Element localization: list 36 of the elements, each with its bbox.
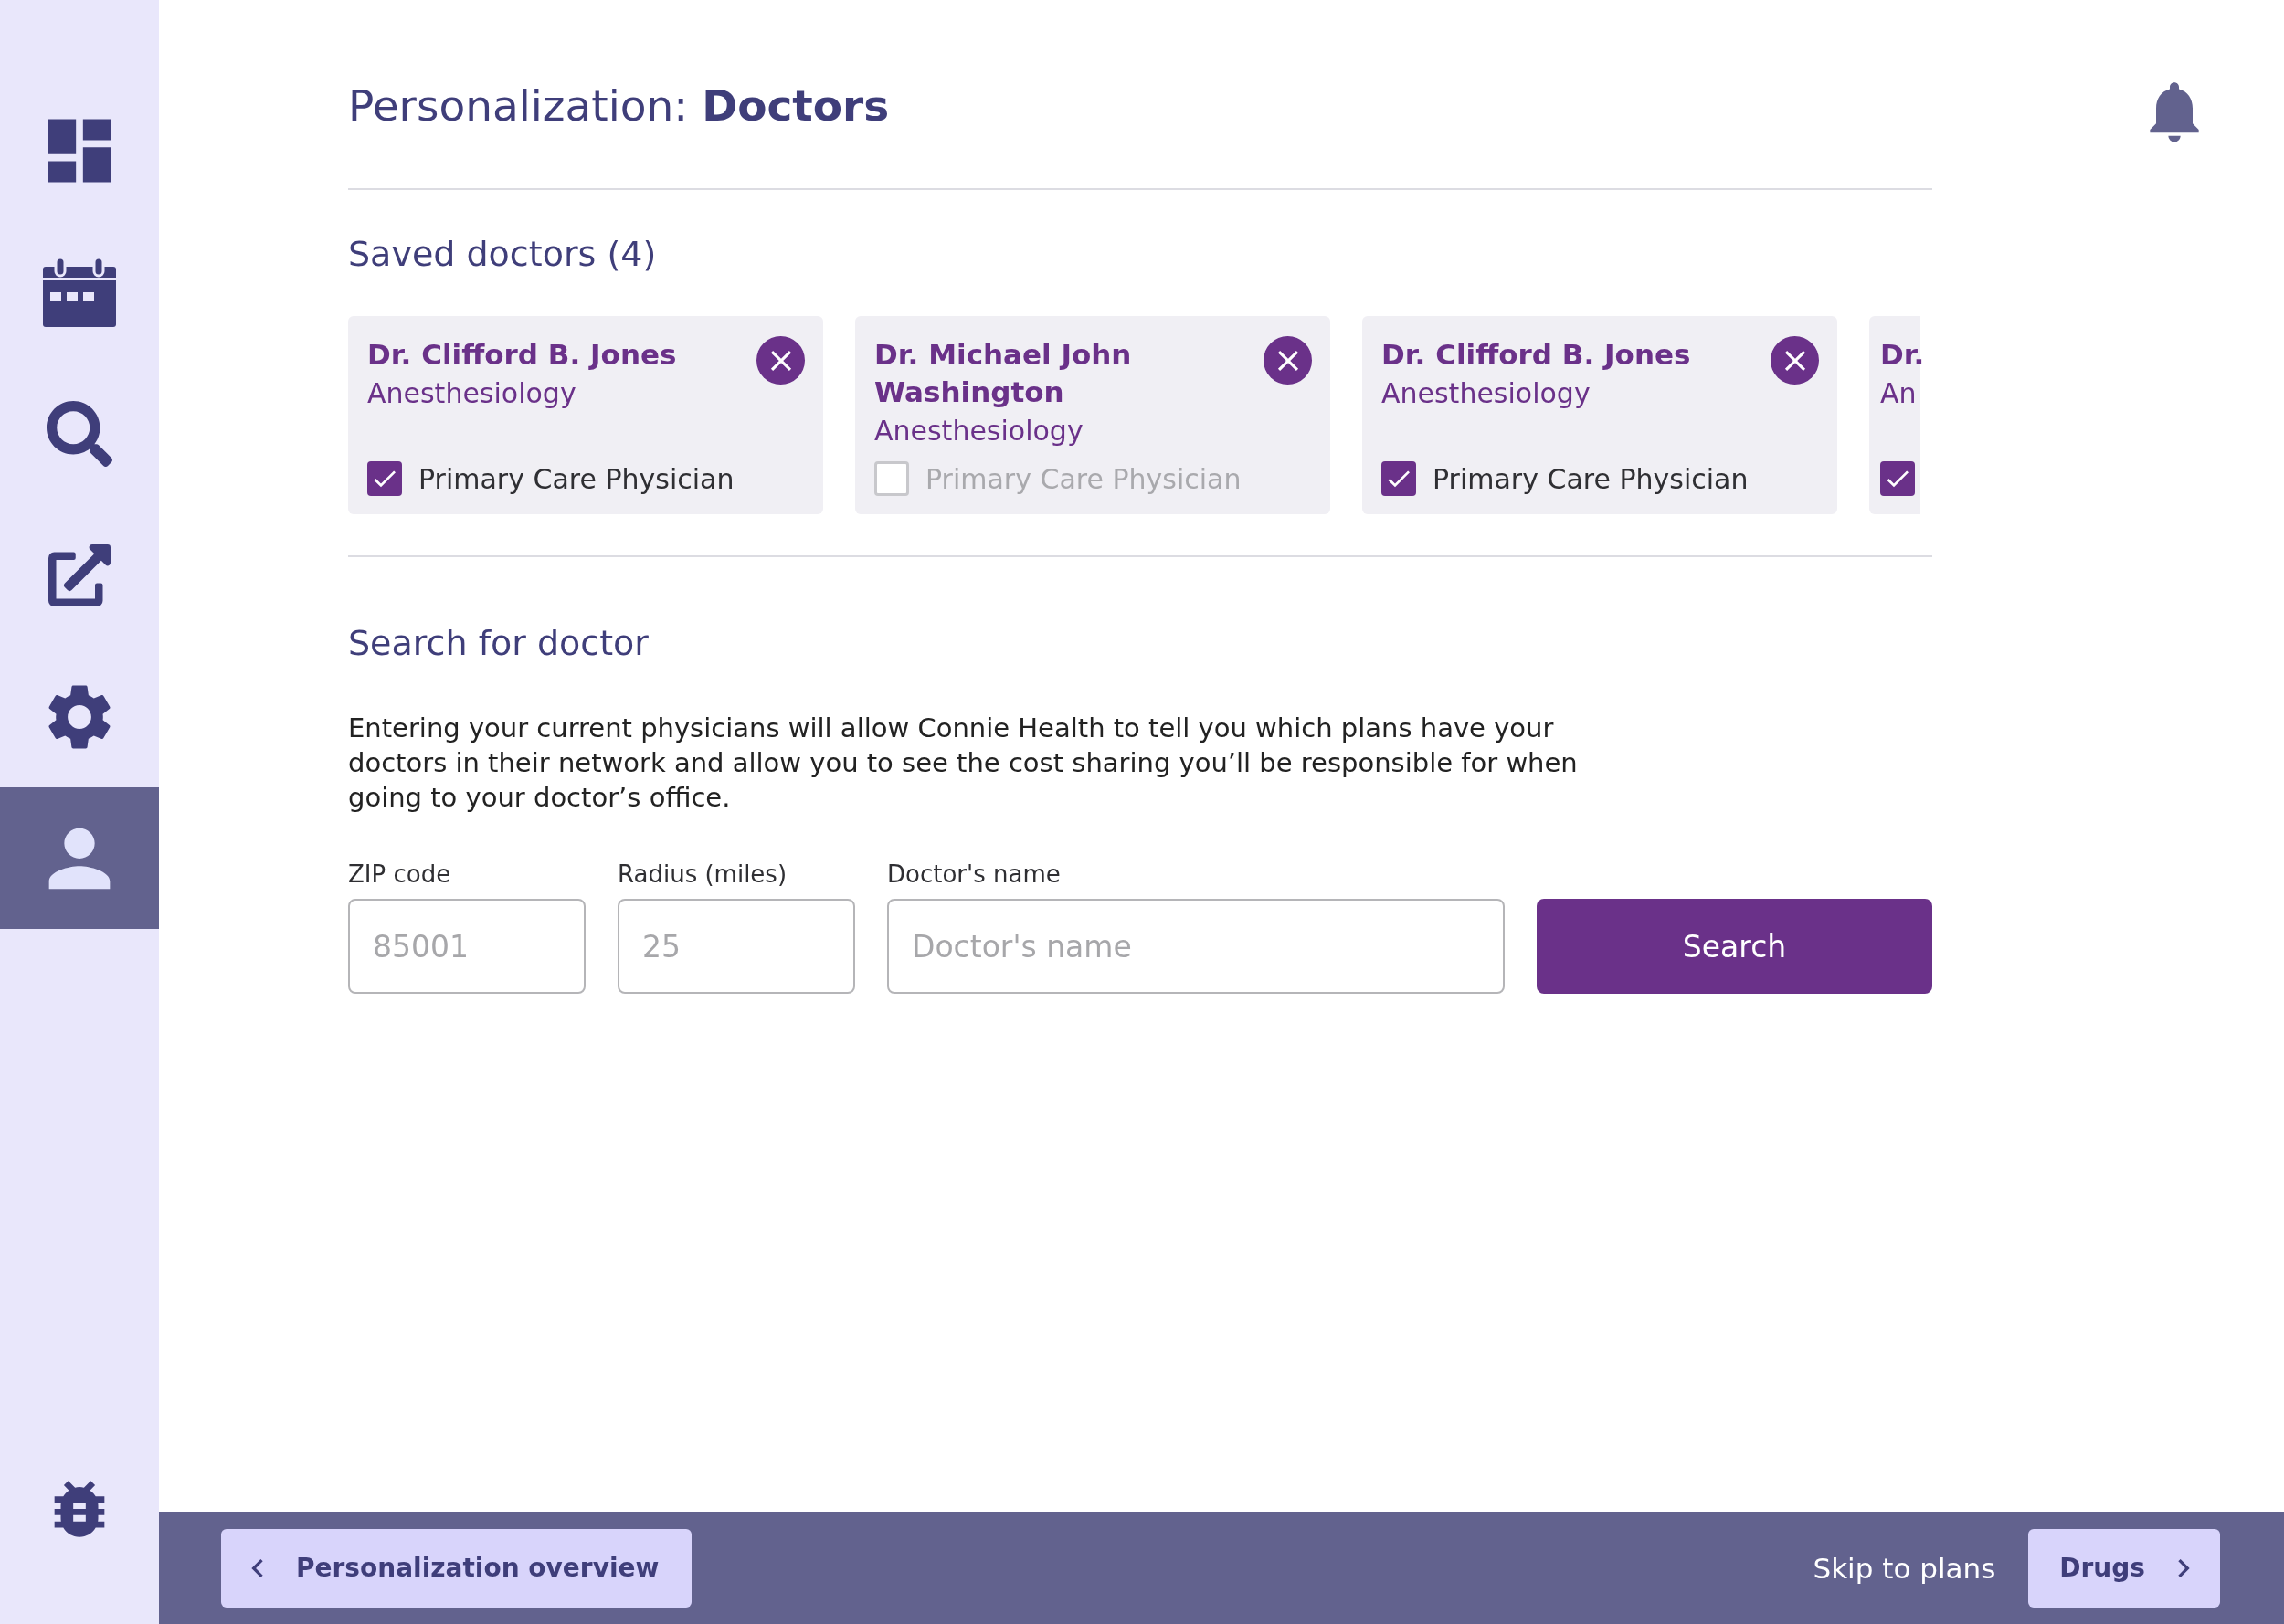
description-text: Entering your current physicians will allow Connie Health to tell you which plans have your doctors in their network and allow you to see the cost sharing you’ll be responsible for when going to your doctor’s office. (348, 712, 1579, 815)
remove-button[interactable] (1264, 336, 1312, 385)
calendar-icon (43, 257, 116, 327)
field-label: ZIP code (348, 860, 452, 888)
pcp-checkbox[interactable] (367, 461, 402, 496)
page-title: Personalization: Doctors (348, 79, 890, 131)
checkbox-label: Primary Care Physician (418, 462, 735, 495)
pcp-checkbox[interactable] (1880, 461, 1915, 496)
doctor-specialty: Anesthesiology (367, 376, 577, 411)
remove-button[interactable] (1771, 336, 1819, 385)
remove-button[interactable] (756, 336, 805, 385)
doctor-specialty: An (1880, 376, 1918, 411)
search-button[interactable]: Search (1537, 899, 1932, 994)
doctor-specialty: Anesthesiology (874, 414, 1084, 448)
section-heading: Search for doctor (348, 623, 650, 663)
doctor-name: Dr. Michael John Washington (874, 337, 1133, 410)
checkbox-label: Primary Care Physician (925, 462, 1242, 495)
doctor-name: Dr. Clifford B. Jones (367, 337, 678, 373)
back-button[interactable]: Personalization overview (221, 1528, 693, 1608)
checkbox-label: Primary Care Physician (1433, 462, 1749, 495)
pcp-checkbox[interactable] (1381, 461, 1416, 496)
sidebar-item[interactable] (0, 787, 159, 929)
search-icon (47, 400, 112, 467)
input-field[interactable]: 25 (618, 899, 855, 994)
skip-link[interactable]: Skip to plans (1813, 1551, 1996, 1585)
doctor-specialty: Anesthesiology (1381, 376, 1591, 411)
doctor-name: Dr. Clifford B. Jones (1381, 337, 1692, 373)
section-heading: Saved doctors (4) (348, 234, 658, 274)
pcp-checkbox[interactable] (874, 461, 909, 496)
field-label: Doctor's name (887, 860, 1062, 888)
next-button[interactable]: Drugs (2028, 1528, 2220, 1608)
doctor-name: Dr. (1880, 337, 1920, 373)
input-field[interactable]: Doctor's name (887, 899, 1505, 994)
input-field[interactable]: 85001 (348, 899, 586, 994)
external-link-icon (48, 543, 111, 606)
field-label: Radius (miles) (618, 860, 788, 888)
